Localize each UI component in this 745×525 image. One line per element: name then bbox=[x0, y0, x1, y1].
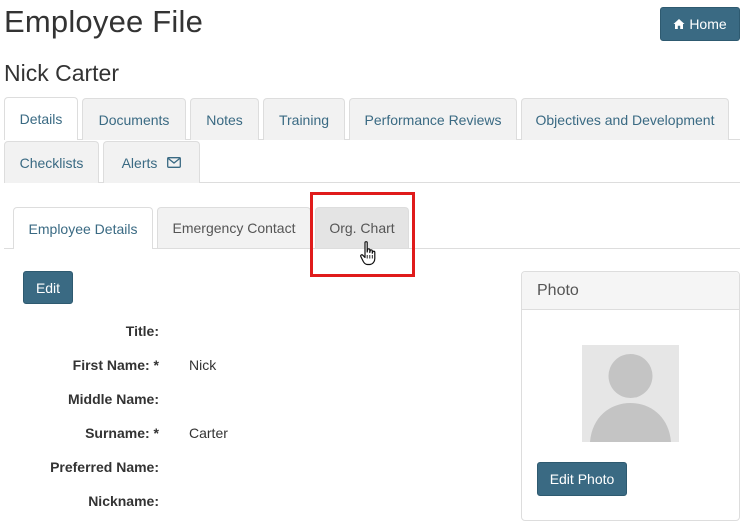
tab-objectives-and-development[interactable]: Objectives and Development bbox=[521, 98, 729, 140]
field-label-surname: Surname: * bbox=[85, 425, 159, 441]
hand-pointer-icon bbox=[360, 241, 376, 266]
tab-alerts[interactable]: Alerts bbox=[103, 141, 200, 183]
user-placeholder-icon bbox=[582, 345, 679, 442]
tab-notes[interactable]: Notes bbox=[190, 98, 259, 140]
tab-label: Alerts bbox=[121, 154, 158, 171]
subtab-emergency-contact[interactable]: Emergency Contact bbox=[157, 207, 311, 248]
subtab-label: Emergency Contact bbox=[172, 220, 296, 236]
tab-label: Notes bbox=[206, 111, 243, 128]
tab-training[interactable]: Training bbox=[263, 98, 345, 140]
subtab-employee-details[interactable]: Employee Details bbox=[13, 207, 153, 249]
field-value-surname: Carter bbox=[189, 425, 228, 441]
tab-details[interactable]: Details bbox=[4, 97, 78, 140]
home-label: Home bbox=[689, 16, 727, 32]
field-value-first-name: Nick bbox=[189, 357, 217, 373]
envelope-icon bbox=[167, 157, 182, 168]
edit-button[interactable]: Edit bbox=[23, 271, 73, 304]
field-label-middle-name: Middle Name: bbox=[67, 391, 159, 407]
employee-name: Nick Carter bbox=[4, 60, 120, 86]
field-label-nickname: Nickname: bbox=[88, 493, 159, 509]
tab-label: Performance Reviews bbox=[364, 111, 502, 128]
home-button[interactable]: Home bbox=[660, 7, 740, 41]
field-label-title: Title: bbox=[125, 323, 159, 339]
field-label-preferred-name: Preferred Name: bbox=[50, 459, 159, 475]
page-title: Employee File bbox=[4, 4, 204, 39]
field-label-first-name: First Name: * bbox=[72, 357, 159, 373]
tab-label: Checklists bbox=[19, 154, 84, 171]
avatar bbox=[582, 345, 679, 442]
tab-checklists[interactable]: Checklists bbox=[4, 141, 99, 183]
tab-label: Details bbox=[19, 111, 63, 127]
tab-label: Training bbox=[278, 111, 330, 128]
subtab-label: Employee Details bbox=[28, 220, 138, 237]
photo-panel-heading: Photo bbox=[522, 272, 739, 310]
tab-label: Documents bbox=[98, 111, 170, 128]
home-icon bbox=[673, 19, 685, 29]
photo-panel: Photo Edit Photo bbox=[521, 271, 740, 521]
edit-photo-button[interactable]: Edit Photo bbox=[537, 462, 627, 496]
tab-label: Objectives and Development bbox=[535, 111, 715, 128]
tab-performance-reviews[interactable]: Performance Reviews bbox=[349, 98, 517, 140]
tab-documents[interactable]: Documents bbox=[82, 98, 186, 140]
